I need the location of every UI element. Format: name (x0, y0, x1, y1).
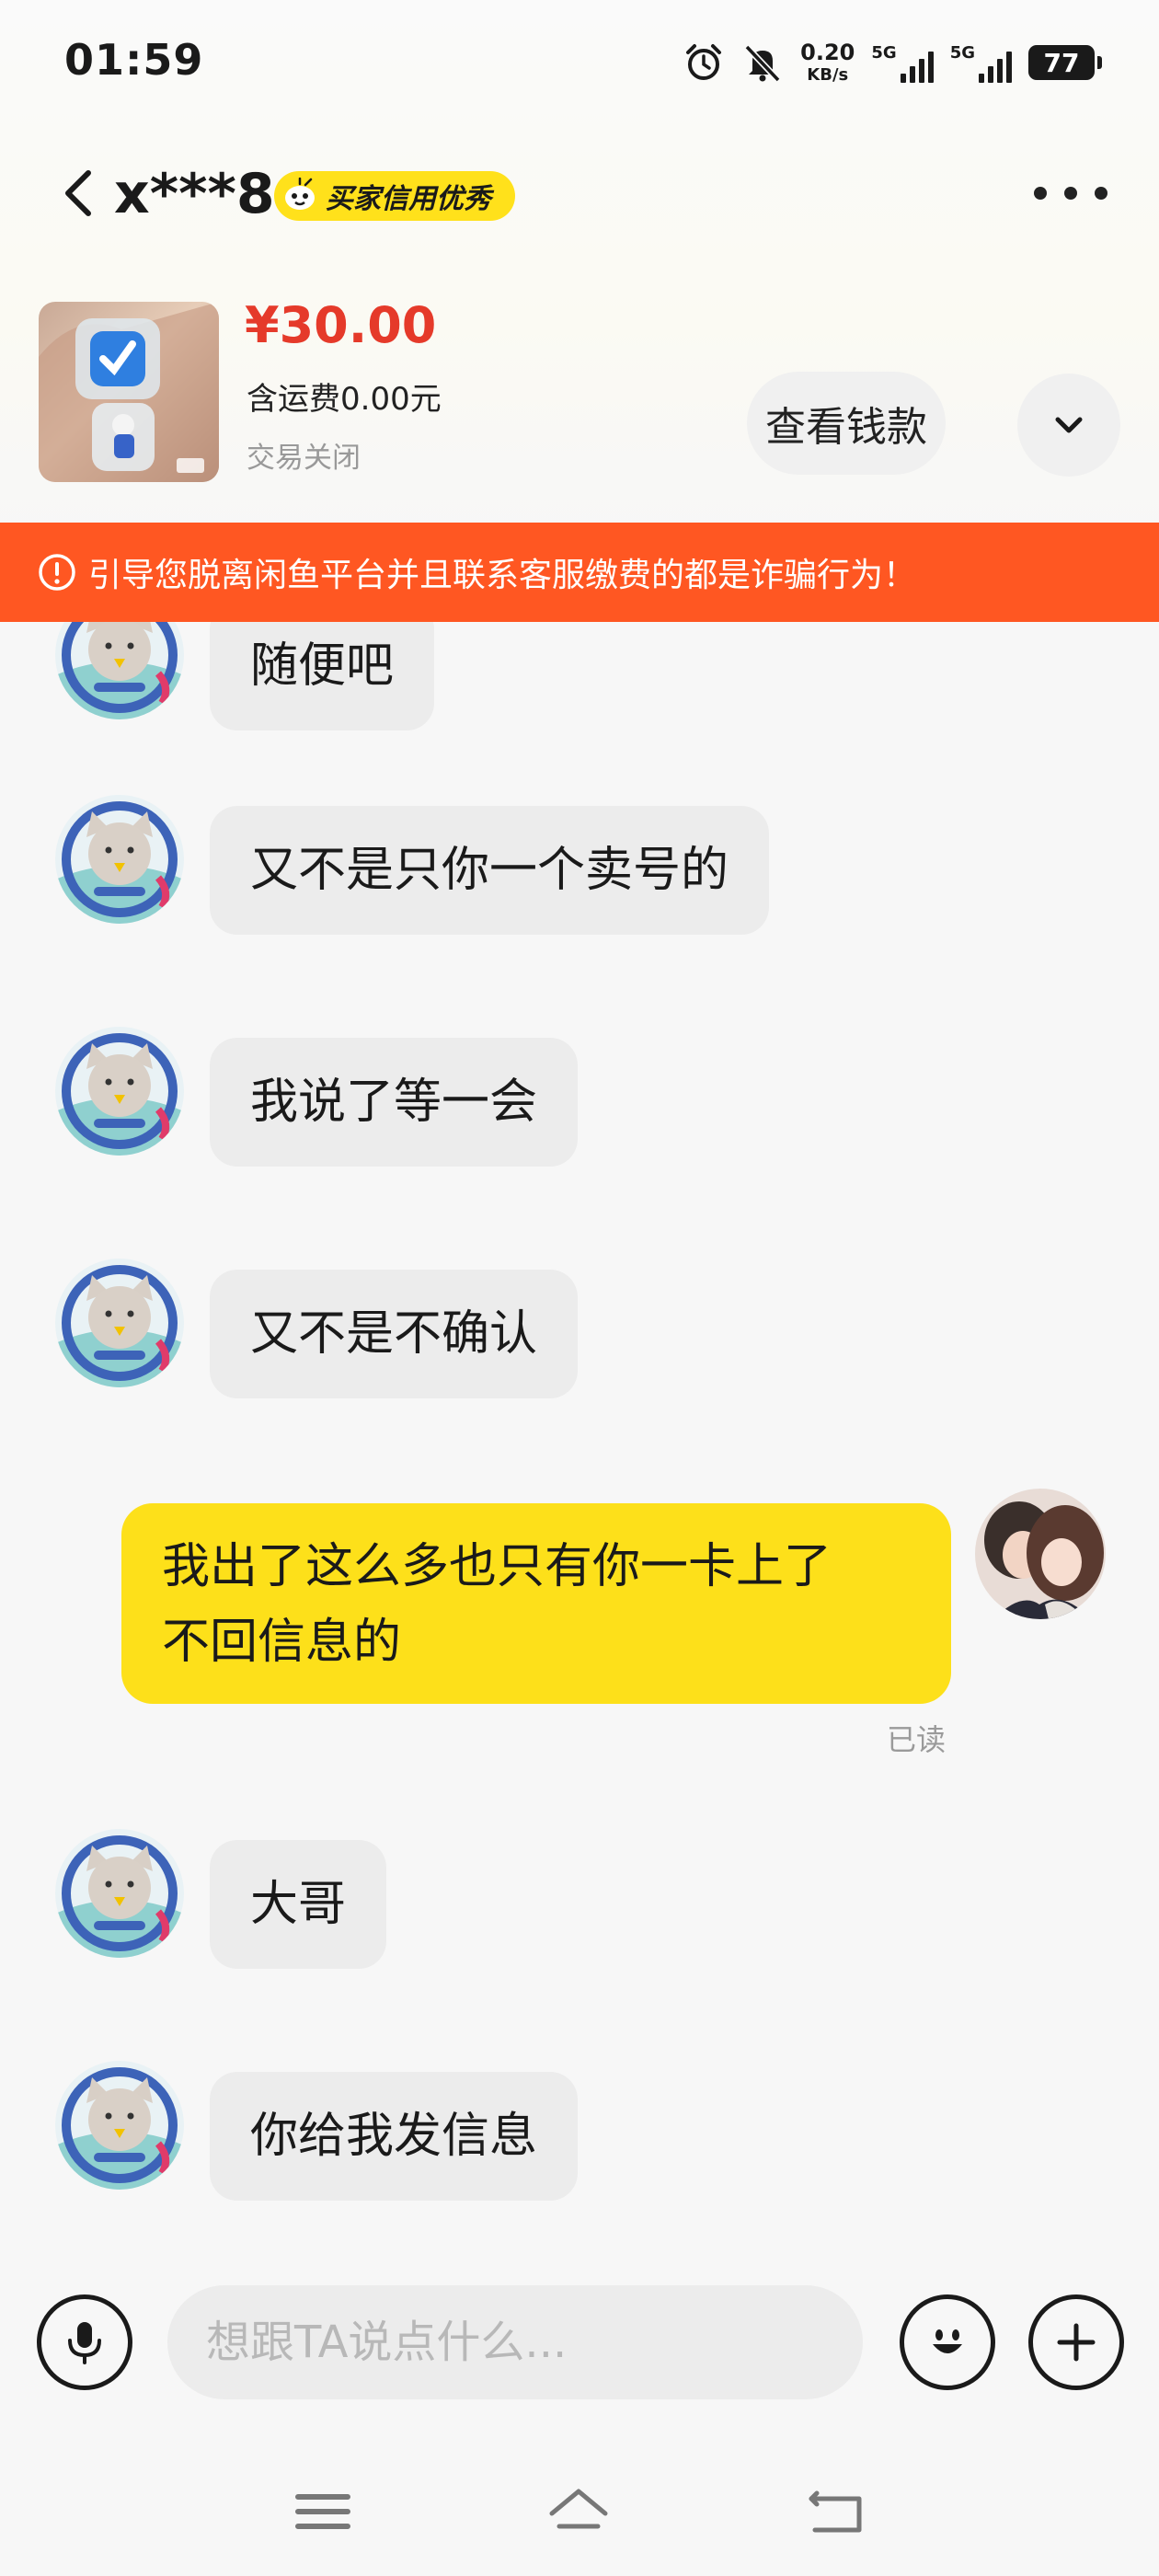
fraud-warning-banner: 引导您脱离闲鱼平台并且联系客服缴费的都是诈骗行为！ (0, 523, 1159, 622)
message-bubble[interactable]: 又不是只你一个卖号的 (210, 806, 770, 935)
contact-avatar[interactable] (55, 1829, 184, 1958)
fraud-warning-text: 引导您脱离闲鱼平台并且联系客服缴费的都是诈骗行为！ (88, 557, 917, 594)
status-icons: 0.20 KB/s 5G 5G 77 (683, 35, 1102, 90)
back-arrow-icon[interactable] (53, 166, 109, 221)
signal-sim2: 5G (950, 43, 1012, 83)
expand-button[interactable] (1017, 374, 1120, 477)
message-line: 我出了这么多也只有你一卡上了 (162, 1539, 832, 1594)
network-speed-unit: KB/s (807, 65, 849, 85)
chat-header: x***8 买家信用优秀 (0, 147, 1159, 239)
view-payment-button[interactable]: 查看钱款 (747, 372, 946, 475)
message-bubble[interactable]: 我说了等一会 (210, 1038, 579, 1167)
message-bubble[interactable]: 又不是不确认 (210, 1270, 579, 1398)
network-type-label: 5G (949, 42, 975, 63)
emoji-icon (933, 2329, 962, 2353)
more-options-icon[interactable] (1034, 175, 1107, 212)
trade-status: 交易关闭 (247, 442, 361, 475)
input-bar (0, 2278, 1159, 2407)
battery-indicator: 77 (1028, 45, 1102, 80)
product-thumbnail[interactable] (39, 302, 219, 482)
emoji-button[interactable] (900, 2294, 995, 2390)
message-input[interactable] (167, 2285, 863, 2399)
mute-icon (744, 44, 781, 83)
network-speed-value: 0.20 (800, 40, 855, 65)
plus-icon (1057, 2323, 1096, 2362)
product-card[interactable]: ¥30.00 含运费0.00元 交易关闭 查看钱款 (0, 294, 1159, 497)
contact-avatar[interactable] (55, 622, 184, 719)
chevron-down-icon (1055, 417, 1083, 433)
message-line: 不回信息的 (162, 1615, 402, 1670)
postage-info: 含运费0.00元 (247, 381, 442, 418)
product-photo (39, 302, 219, 482)
signal-sim1: 5G (871, 42, 934, 83)
alarm-icon (686, 44, 722, 80)
signal-bars-icon (900, 51, 934, 83)
read-receipt: 已读 (887, 1722, 947, 1757)
clock: 01:59 (64, 35, 204, 85)
product-price: ¥30.00 (245, 296, 437, 354)
menu-icon[interactable] (291, 2484, 355, 2539)
voice-button[interactable] (37, 2294, 132, 2390)
warning-icon (39, 554, 75, 591)
back-icon[interactable] (806, 2484, 870, 2539)
contact-name[interactable]: x***8 (114, 162, 275, 226)
message-list[interactable]: 随便吧 又不是只你一个卖号的 我说了等一会 又不是不确认 我出了这么多也只有你一… (0, 622, 1159, 2278)
contact-avatar[interactable] (55, 1259, 184, 1387)
status-bar: 01:59 0.20 KB/s 5G 5G 77 (0, 0, 1159, 129)
message-bubble[interactable]: 你给我发信息 (210, 2072, 579, 2201)
microphone-icon (68, 2322, 101, 2364)
home-icon[interactable] (546, 2484, 611, 2539)
credit-badge[interactable]: 买家信用优秀 (274, 171, 515, 221)
contact-avatar[interactable] (55, 795, 184, 924)
credit-badge-label: 买家信用优秀 (326, 183, 491, 215)
contact-avatar[interactable] (55, 2061, 184, 2190)
message-bubble[interactable]: 大哥 (210, 1840, 387, 1969)
network-type-label: 5G (871, 42, 897, 63)
my-avatar[interactable] (975, 1489, 1106, 1619)
message-bubble[interactable]: 随便吧 (210, 622, 435, 730)
system-navigation-bar (0, 2447, 1159, 2576)
signal-bars-icon (979, 51, 1012, 83)
fish-mascot-icon (285, 178, 315, 210)
plus-button[interactable] (1028, 2294, 1124, 2390)
contact-avatar[interactable] (55, 1027, 184, 1156)
network-speed: 0.20 KB/s (800, 41, 855, 84)
my-message-bubble[interactable]: 我出了这么多也只有你一卡上了 不回信息的 (121, 1503, 951, 1704)
